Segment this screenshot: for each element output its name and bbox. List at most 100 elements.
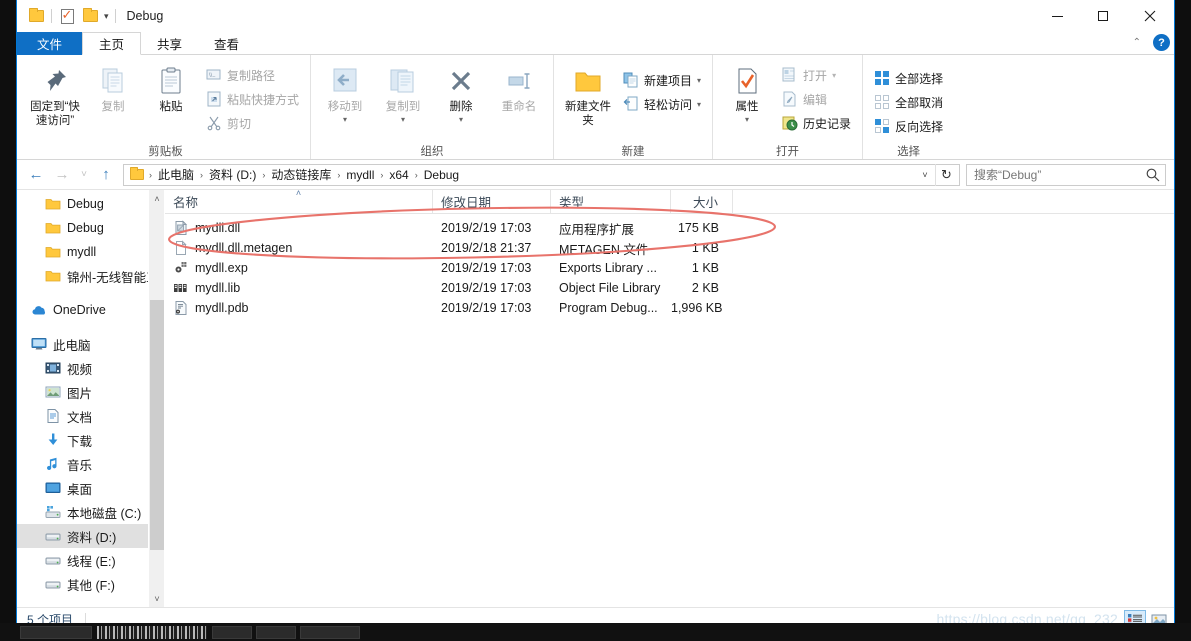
file-row[interactable]: mydll.lib 2019/2/19 17:03 Object File Libr…	[165, 278, 1174, 298]
file-name-cell[interactable]: mydll.lib	[165, 280, 433, 296]
new-folder-button[interactable]: 新建文件夹	[560, 59, 616, 131]
select-all-button[interactable]: 全部选择	[869, 67, 948, 89]
nav-item[interactable]: Debug	[17, 216, 164, 240]
file-row[interactable]: mydll.pdb 2019/2/19 17:03 Program Debug...…	[165, 298, 1174, 318]
select-none-button[interactable]: 全部取消	[869, 91, 948, 113]
maximize-button[interactable]	[1080, 0, 1126, 32]
tab-view[interactable]: 查看	[198, 32, 255, 55]
copy-path-button[interactable]: \\.. 复制路径	[201, 64, 304, 86]
breadcrumb-item-debug[interactable]: Debug	[420, 166, 463, 184]
breadcrumb-item-mydll[interactable]: mydll	[342, 166, 378, 184]
file-row[interactable]: mydll.dll 2019/2/19 17:03 应用程序扩展 175 KB	[165, 218, 1174, 238]
back-button[interactable]: ←	[23, 163, 49, 187]
taskbar-item[interactable]	[300, 626, 360, 639]
easy-access-button[interactable]: 轻松访问 ▾	[618, 93, 706, 115]
taskbar-item[interactable]	[20, 626, 92, 639]
column-header-name[interactable]: ˄ 名称	[165, 188, 433, 214]
scrollbar-thumb[interactable]	[150, 300, 164, 550]
file-name-label: mydll.lib	[195, 281, 241, 295]
up-button[interactable]: ↑	[93, 163, 119, 187]
edit-button[interactable]: 编辑	[777, 88, 856, 110]
invert-selection-icon	[874, 118, 890, 134]
chevron-down-icon[interactable]: ▾	[697, 76, 701, 85]
open-button[interactable]: 打开 ▾	[777, 64, 856, 86]
properties-button[interactable]: 属性 ▾	[719, 59, 775, 131]
nav-item[interactable]: 视频	[17, 356, 164, 380]
new-item-button[interactable]: 新建项目 ▾	[618, 69, 706, 91]
column-header-type[interactable]: 类型	[551, 189, 671, 214]
delete-button[interactable]: 删除 ▾	[433, 59, 489, 131]
taskbar-strip	[0, 623, 1191, 641]
nav-item[interactable]: 桌面	[17, 476, 164, 500]
tab-home[interactable]: 主页	[82, 32, 142, 55]
taskbar-item[interactable]	[256, 626, 296, 639]
cut-button[interactable]: 剪切	[201, 112, 304, 134]
chevron-down-icon[interactable]: ▾	[102, 5, 111, 27]
scroll-down-icon[interactable]: ˅	[149, 590, 164, 607]
nav-item[interactable]: 本地磁盘 (C:)	[17, 500, 164, 524]
qat-folder-icon[interactable]	[25, 5, 47, 27]
paste-shortcut-button[interactable]: 粘贴快捷方式	[201, 88, 304, 110]
column-header-date[interactable]: 修改日期	[433, 189, 551, 214]
breadcrumb-item-dll-lib[interactable]: 动态链接库	[267, 164, 335, 185]
recent-locations-button[interactable]: ˅	[75, 163, 93, 187]
help-icon[interactable]: ?	[1153, 34, 1170, 51]
breadcrumb-item-x64[interactable]: x64	[385, 166, 412, 184]
address-dropdown-icon[interactable]: ˅	[915, 165, 935, 185]
chevron-down-icon[interactable]: ▾	[459, 116, 463, 124]
navigation-pane-scrollbar[interactable]: ˄ ˅	[148, 190, 164, 607]
tab-file[interactable]: 文件	[17, 32, 83, 55]
nav-item[interactable]: 线程 (E:)	[17, 548, 164, 572]
close-button[interactable]	[1126, 0, 1174, 32]
move-to-button[interactable]: 移动到 ▾	[317, 59, 373, 131]
scroll-up-icon[interactable]: ˄	[149, 190, 164, 207]
copy-to-button[interactable]: 复制到 ▾	[375, 59, 431, 131]
qat-folder2-icon[interactable]	[79, 5, 101, 27]
search-icon[interactable]	[1145, 167, 1161, 183]
this-pc-icon	[31, 336, 47, 352]
copy-button[interactable]: 复制	[85, 59, 141, 131]
ribbon-collapse-icon[interactable]: ⌃	[1129, 37, 1145, 48]
chevron-down-icon[interactable]: ▾	[745, 116, 749, 124]
file-name-cell[interactable]: mydll.pdb	[165, 300, 433, 316]
paste-button[interactable]: 粘贴	[143, 59, 199, 131]
rename-button[interactable]: 重命名	[491, 59, 547, 131]
nav-item[interactable]: 下载	[17, 428, 164, 452]
chevron-down-icon[interactable]: ▾	[401, 116, 405, 124]
nav-item[interactable]: 此电脑	[17, 332, 164, 356]
taskbar-item-active[interactable]	[97, 626, 207, 639]
minimize-button[interactable]	[1034, 0, 1080, 32]
nav-item[interactable]: Debug	[17, 192, 164, 216]
history-button[interactable]: 历史记录	[777, 112, 856, 134]
breadcrumb-item-this-pc[interactable]: 此电脑	[154, 164, 198, 185]
qat-properties-icon[interactable]	[56, 5, 78, 27]
search-box[interactable]	[966, 163, 1166, 186]
pin-to-quick-access-button[interactable]: 固定到“快速访问”	[27, 59, 83, 131]
forward-button[interactable]: →	[49, 163, 75, 187]
nav-item[interactable]: OneDrive	[17, 298, 164, 322]
nav-item[interactable]: 图片	[17, 380, 164, 404]
refresh-icon[interactable]: ↻	[935, 163, 957, 186]
invert-selection-button[interactable]: 反向选择	[869, 115, 948, 137]
file-name-cell[interactable]: mydll.dll.metagen	[165, 240, 433, 256]
chevron-down-icon[interactable]: ▾	[832, 71, 836, 80]
file-name-cell[interactable]: mydll.dll	[165, 220, 433, 236]
taskbar-item[interactable]	[212, 626, 252, 639]
file-row[interactable]: mydll.dll.metagen 2019/2/18 21:37 METAGEN …	[165, 238, 1174, 258]
file-row[interactable]: mydll.exp 2019/2/19 17:03 Exports Library …	[165, 258, 1174, 278]
chevron-down-icon[interactable]: ▾	[343, 116, 347, 124]
nav-item[interactable]: mydll	[17, 240, 164, 264]
nav-item[interactable]: 音乐	[17, 452, 164, 476]
search-input[interactable]	[974, 167, 1145, 182]
file-date-cell: 2019/2/19 17:03	[441, 281, 532, 295]
address-bar[interactable]: › 此电脑 › 资料 (D:) › 动态链接库 › mydll › x64 › …	[123, 163, 960, 186]
nav-item[interactable]: 其他 (F:)	[17, 572, 164, 596]
chevron-down-icon[interactable]: ▾	[697, 100, 701, 109]
nav-item[interactable]: 锦州-无线智能工	[17, 264, 164, 288]
nav-item[interactable]: 文档	[17, 404, 164, 428]
breadcrumb-item-drive-d[interactable]: 资料 (D:)	[205, 164, 260, 185]
file-name-cell[interactable]: mydll.exp	[165, 260, 433, 276]
column-header-size[interactable]: 大小	[671, 189, 733, 214]
nav-item[interactable]: 资料 (D:)	[17, 524, 164, 548]
tab-share[interactable]: 共享	[141, 32, 198, 55]
